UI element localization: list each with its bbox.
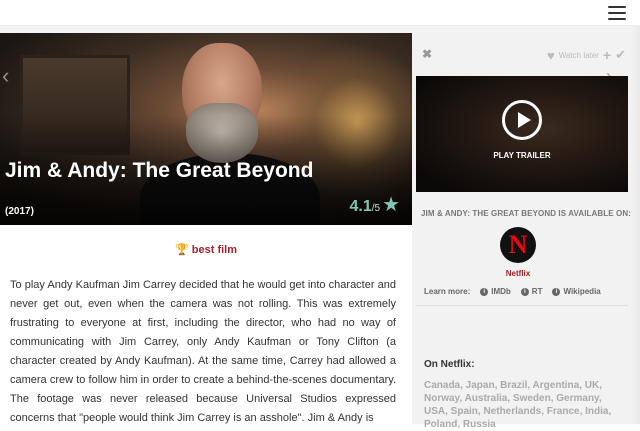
rt-link[interactable]: i RT [520, 287, 543, 296]
plus-icon[interactable]: + [603, 47, 611, 63]
rt-label[interactable]: RT [532, 287, 543, 296]
movie-rating: 4.1 /5 ★ [349, 194, 400, 216]
provider-name[interactable]: Netflix [412, 269, 624, 278]
chevron-left-icon[interactable]: ‹ [2, 63, 9, 89]
movie-synopsis: To play Andy Kaufman Jim Carrey decided … [10, 279, 396, 424]
star-icon: ★ [382, 194, 400, 216]
imdb-link[interactable]: i IMDb [480, 287, 511, 296]
sidebar: ✖ ♥ Watch later + ✔ › PLAY TRAILER JIM &… [412, 33, 640, 430]
check-icon[interactable]: ✔ [615, 47, 626, 63]
availability-heading: JIM & ANDY: THE GREAT BEYOND IS AVAILABL… [421, 209, 631, 218]
netflix-countries: Canada, Japan, Brazil, Argentina, UK, No… [424, 380, 612, 430]
play-trailer-label[interactable]: PLAY TRAILER [416, 151, 628, 160]
close-icon[interactable]: ✖ [422, 47, 432, 61]
learn-more-links: Learn more: i IMDb i RT i Wikipedia [424, 287, 601, 296]
rating-score: 4.1 [349, 198, 372, 215]
watch-later-controls: ♥ Watch later + ✔ [547, 47, 626, 63]
divider [0, 26, 640, 33]
info-icon: i [480, 287, 489, 296]
on-netflix-heading: On Netflix: [424, 359, 475, 370]
netflix-logo[interactable]: N [500, 227, 536, 263]
info-icon: i [552, 287, 561, 296]
imdb-label[interactable]: IMDb [491, 287, 511, 296]
heart-icon[interactable]: ♥ [547, 48, 555, 63]
rating-max: /5 [371, 203, 381, 214]
wikipedia-link[interactable]: i Wikipedia [552, 287, 601, 296]
movie-year: (2017) [5, 206, 34, 217]
award-badge[interactable]: 🏆 best film [0, 243, 412, 256]
play-icon[interactable] [502, 100, 542, 140]
award-label: best film [191, 244, 237, 256]
scroll-edge [630, 26, 640, 424]
top-bar [0, 0, 640, 26]
menu-icon[interactable] [608, 6, 626, 20]
hero-banner: ‹ Jim & Andy: The Great Beyond (2017) 4.… [0, 33, 412, 225]
trophy-icon: 🏆 [175, 244, 189, 256]
info-icon: i [520, 287, 529, 296]
trailer-thumbnail[interactable]: PLAY TRAILER [416, 76, 628, 192]
wikipedia-label[interactable]: Wikipedia [563, 287, 600, 296]
movie-title: Jim & Andy: The Great Beyond [5, 159, 314, 182]
learn-more-label: Learn more: [424, 287, 471, 296]
watch-later-label[interactable]: Watch later [559, 51, 599, 60]
divider [416, 305, 628, 306]
